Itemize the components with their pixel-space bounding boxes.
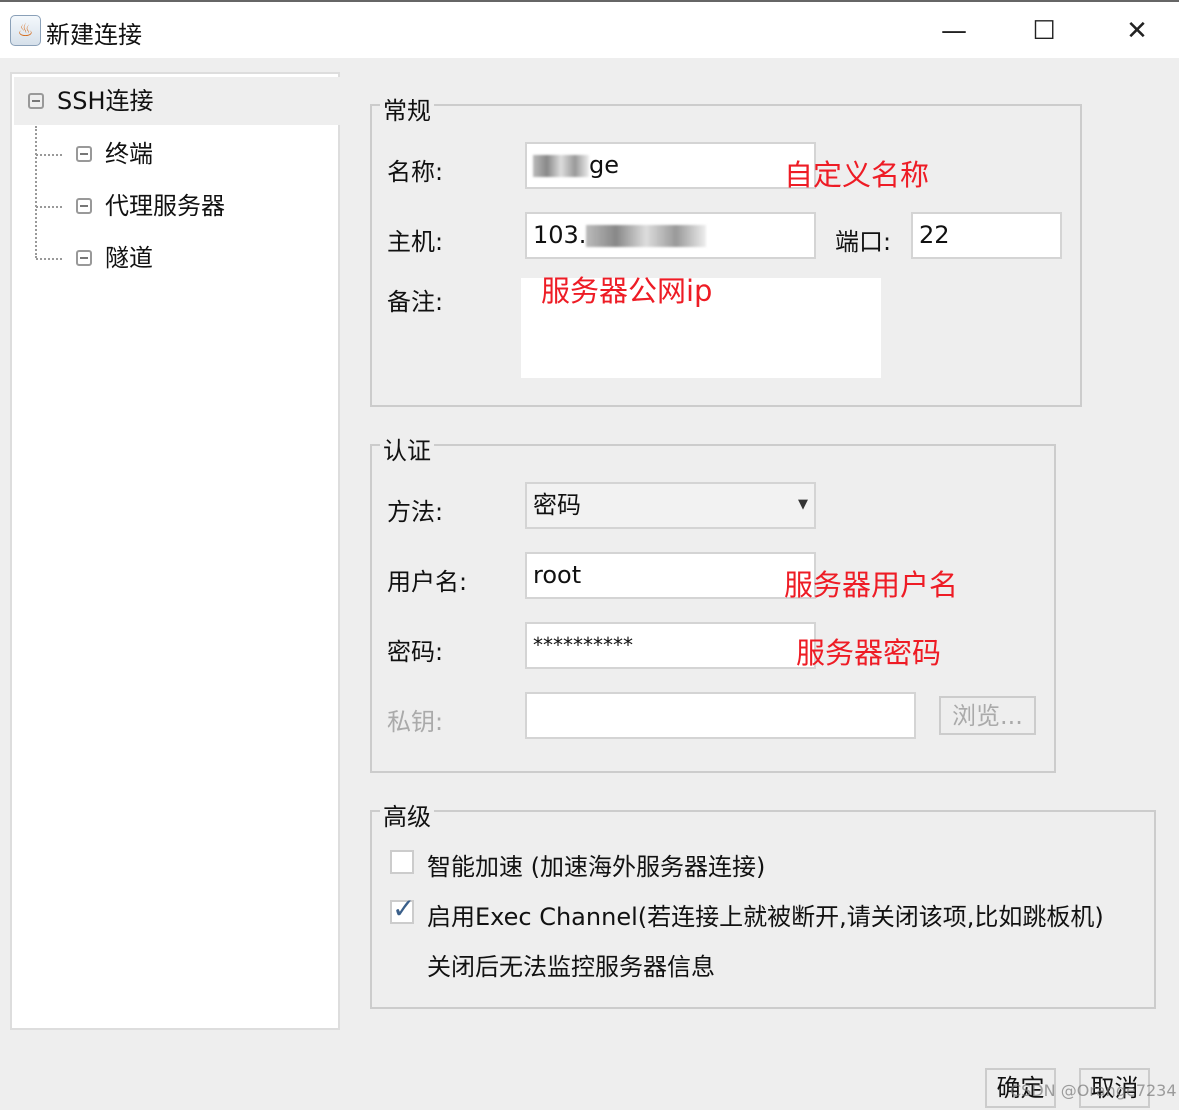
- host-input[interactable]: 103.: [525, 212, 816, 259]
- dropdown-arrow-icon: ▼: [798, 497, 808, 512]
- password-label: 密码:: [387, 638, 444, 666]
- private-key-input[interactable]: [525, 692, 916, 739]
- remark-label: 备注:: [387, 288, 444, 316]
- tree-item-label: 隧道: [105, 244, 153, 272]
- smart-accel-checkbox[interactable]: [390, 850, 414, 874]
- name-value: ge: [589, 151, 619, 179]
- username-label: 用户名:: [387, 568, 468, 596]
- checkmark-icon: ✓: [392, 892, 416, 925]
- method-value: 密码: [533, 491, 581, 519]
- tree-item-ssh[interactable]: SSH连接: [14, 77, 340, 125]
- exec-channel-note: 关闭后无法监控服务器信息: [427, 953, 715, 981]
- username-input[interactable]: root: [525, 552, 816, 599]
- host-value: 103.: [533, 221, 587, 249]
- username-annotation: 服务器用户名: [784, 568, 959, 602]
- tree-line: [36, 258, 62, 260]
- exec-channel-checkbox[interactable]: ✓: [390, 892, 415, 925]
- host-label: 主机:: [387, 228, 444, 256]
- method-label: 方法:: [387, 498, 444, 526]
- window-title: 新建连接: [46, 21, 142, 49]
- tree-item-terminal[interactable]: 终端: [14, 130, 340, 178]
- advanced-legend: 高级: [380, 797, 434, 832]
- close-button[interactable]: ✕: [1117, 12, 1157, 50]
- private-key-label: 私钥:: [387, 708, 444, 736]
- name-input[interactable]: ge: [525, 142, 816, 189]
- name-annotation: 自定义名称: [784, 158, 930, 192]
- watermark: CSDN @Orange7234: [1010, 1081, 1177, 1100]
- port-input[interactable]: 22: [911, 212, 1062, 259]
- host-annotation: 服务器公网ip: [541, 274, 713, 308]
- method-select[interactable]: 密码 ▼: [525, 482, 816, 529]
- general-legend: 常规: [380, 91, 434, 126]
- port-label: 端口:: [835, 228, 892, 256]
- browse-button[interactable]: 浏览...: [939, 696, 1036, 735]
- minimize-button[interactable]: —: [934, 12, 974, 50]
- exec-channel-label: 启用Exec Channel(若连接上就被断开,请关闭该项,比如跳板机): [427, 903, 1104, 931]
- redacted-blur: [586, 225, 707, 247]
- collapse-icon[interactable]: [76, 250, 92, 266]
- maximize-button[interactable]: ☐: [1024, 12, 1064, 50]
- smart-accel-label: 智能加速 (加速海外服务器连接): [427, 853, 766, 881]
- tree-item-label: 代理服务器: [105, 192, 225, 220]
- tree-line: [36, 154, 62, 156]
- tree-item-label: 终端: [105, 140, 153, 168]
- settings-tree: SSH连接 终端 代理服务器 隧道: [10, 72, 340, 1030]
- tree-item-tunnel[interactable]: 隧道: [14, 234, 340, 282]
- collapse-icon[interactable]: [28, 93, 44, 109]
- name-label: 名称:: [387, 158, 444, 186]
- collapse-icon[interactable]: [76, 198, 92, 214]
- auth-legend: 认证: [380, 431, 434, 466]
- password-annotation: 服务器密码: [796, 636, 942, 670]
- password-input[interactable]: **********: [525, 622, 816, 669]
- tree-line: [36, 206, 62, 208]
- title-bar: ♨ 新建连接 — ☐ ✕: [0, 0, 1179, 58]
- tree-item-label: SSH连接: [57, 87, 154, 115]
- collapse-icon[interactable]: [76, 146, 92, 162]
- tree-item-proxy[interactable]: 代理服务器: [14, 182, 340, 230]
- redacted-blur: [533, 155, 589, 177]
- java-app-icon: ♨: [10, 15, 41, 46]
